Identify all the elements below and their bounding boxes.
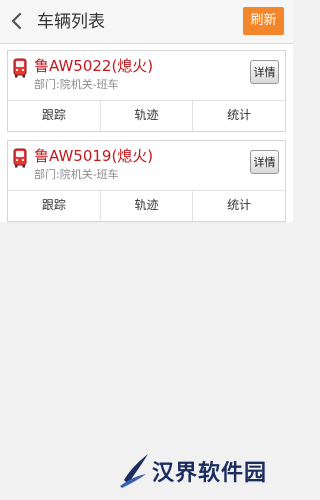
watermark-text: 汉界软件园 [152, 461, 268, 486]
vehicle-department: 部门:院机关-班车 [34, 168, 119, 181]
vehicle-name: 鲁AW5022(熄火) [34, 57, 154, 75]
vehicle-card-info: 鲁AW5019(熄火) 部门:院机关-班车 详情 [8, 141, 285, 193]
detail-button[interactable]: 详情 [250, 150, 279, 174]
trajectory-button[interactable]: 轨迹 [101, 101, 194, 131]
track-button[interactable]: 跟踪 [8, 101, 101, 131]
refresh-button[interactable]: 刷新 [243, 7, 284, 35]
vehicle-list: 鲁AW5022(熄火) 部门:院机关-班车 详情 跟踪 轨迹 统计 鲁AW501… [0, 44, 293, 222]
watermark: 汉界软件园 [118, 450, 288, 490]
trajectory-button[interactable]: 轨迹 [101, 191, 194, 221]
vehicle-name: 鲁AW5019(熄火) [34, 147, 154, 165]
detail-button[interactable]: 详情 [250, 60, 279, 84]
vehicle-card: 鲁AW5022(熄火) 部门:院机关-班车 详情 跟踪 轨迹 统计 [7, 50, 286, 132]
vehicle-actions: 跟踪 轨迹 统计 [8, 100, 285, 131]
vehicle-card: 鲁AW5019(熄火) 部门:院机关-班车 详情 跟踪 轨迹 统计 [7, 140, 286, 222]
vehicle-department: 部门:院机关-班车 [34, 78, 119, 91]
watermark-logo-icon [120, 454, 148, 488]
track-button[interactable]: 跟踪 [8, 191, 101, 221]
statistics-button[interactable]: 统计 [193, 191, 285, 221]
bus-icon [13, 58, 27, 78]
statistics-button[interactable]: 统计 [193, 101, 285, 131]
vehicle-card-info: 鲁AW5022(熄火) 部门:院机关-班车 详情 [8, 51, 285, 103]
bus-icon [13, 148, 27, 168]
vehicle-actions: 跟踪 轨迹 统计 [8, 190, 285, 221]
chevron-left-icon[interactable] [7, 11, 27, 31]
header-bar: 车辆列表 刷新 [0, 0, 293, 44]
page-title: 车辆列表 [37, 12, 105, 32]
